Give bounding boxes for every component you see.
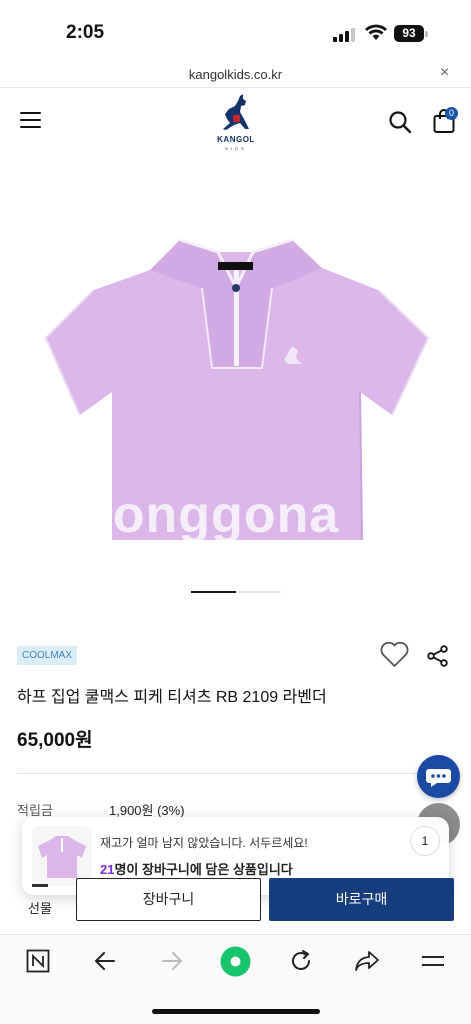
n-icon[interactable] — [26, 949, 50, 973]
toast-message: 재고가 얼마 남지 않았습니다. 서두르세요! — [100, 836, 308, 850]
toast-count: 21 — [100, 862, 115, 877]
hamburger-menu-icon[interactable] — [421, 949, 445, 973]
reload-icon[interactable] — [289, 949, 313, 973]
wifi-icon — [365, 24, 387, 40]
battery-tip — [425, 31, 428, 37]
toast-cart-message: 21명이 장바구니에 담은 상품입니다 — [100, 859, 293, 878]
toast-product-thumbnail — [32, 826, 92, 886]
chat-button[interactable] — [417, 755, 460, 798]
site-header: KANGOL KIDS 0 — [0, 88, 471, 158]
kangol-logo[interactable]: KANGOL KIDS — [208, 92, 264, 154]
product-image[interactable]: bonggona — [0, 160, 471, 580]
share-page-icon[interactable] — [354, 949, 380, 973]
menu-icon[interactable] — [20, 112, 41, 133]
product-price: 65,000원 — [17, 730, 93, 751]
toast-cart-text: 명이 장바구니에 담은 상품입니다 — [114, 862, 293, 877]
watermark-text: bonggona — [80, 486, 340, 544]
battery-icon: 93 — [394, 25, 424, 42]
back-icon[interactable] — [93, 949, 117, 973]
coolmax-badge: COOLMAX — [17, 646, 78, 665]
close-icon[interactable]: × — [440, 64, 449, 82]
divider — [17, 773, 437, 774]
url-bar[interactable]: kangolkids.co.kr × — [0, 60, 471, 88]
recent-count-badge[interactable]: 1 — [410, 826, 440, 856]
signal-icon — [333, 28, 355, 42]
status-bar: 2:05 93 — [0, 0, 471, 60]
logo-subtext: KIDS — [225, 146, 247, 151]
share-icon[interactable] — [427, 645, 449, 667]
heart-icon[interactable] — [380, 642, 409, 668]
slide-indicator-active — [191, 591, 236, 593]
forward-icon[interactable] — [160, 949, 184, 973]
gift-button[interactable]: 선물 — [28, 898, 52, 917]
tshirt-thumbnail — [38, 836, 86, 878]
cart-count-badge: 0 — [445, 107, 458, 120]
search-icon[interactable] — [388, 110, 412, 134]
logo-text: KANGOL — [217, 135, 255, 144]
buy-now-button[interactable]: 바로구매 — [269, 878, 454, 921]
status-time: 2:05 — [66, 22, 105, 43]
url-text[interactable]: kangolkids.co.kr — [0, 67, 471, 82]
chat-icon — [426, 769, 451, 787]
add-to-cart-button[interactable]: 장바구니 — [76, 878, 261, 921]
home-icon[interactable] — [220, 946, 251, 977]
gift-icon[interactable] — [32, 884, 48, 887]
kangaroo-icon — [223, 94, 249, 130]
home-indicator — [152, 1009, 320, 1014]
product-title: 하프 집업 쿨맥스 피케 티셔츠 RB 2109 라벤더 — [17, 689, 327, 706]
